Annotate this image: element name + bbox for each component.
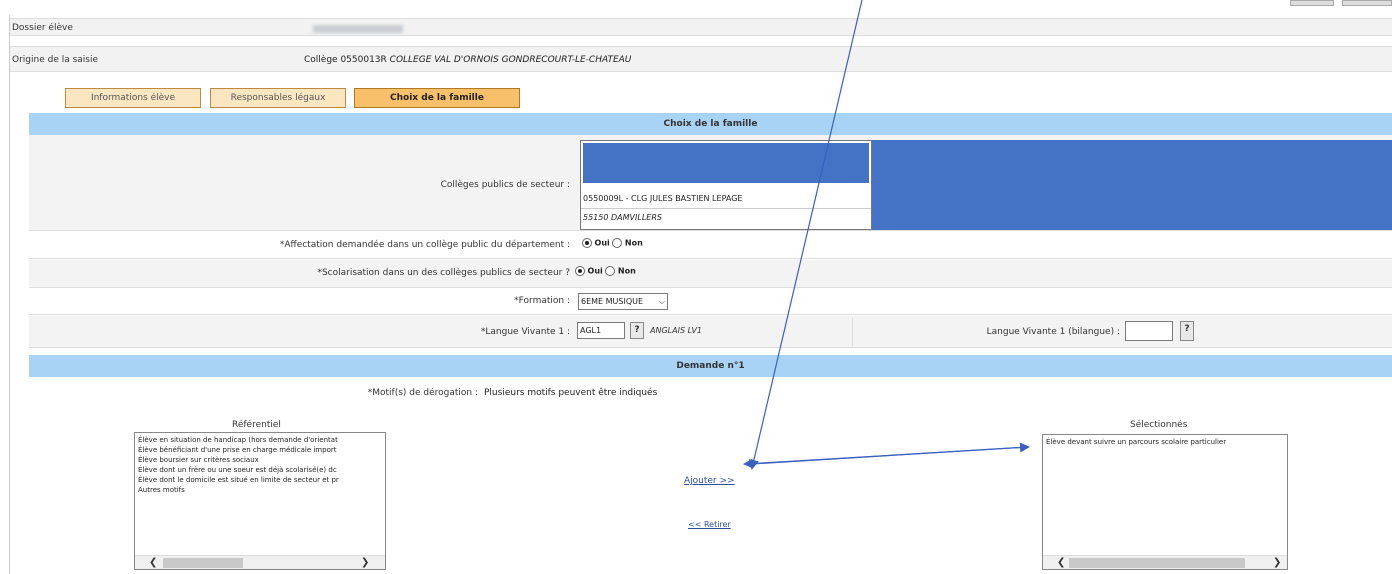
annotation-arrow-down: [748, 0, 863, 470]
annotation-arrows: [743, 0, 1030, 470]
annotation-arrow-left: [743, 446, 1029, 469]
